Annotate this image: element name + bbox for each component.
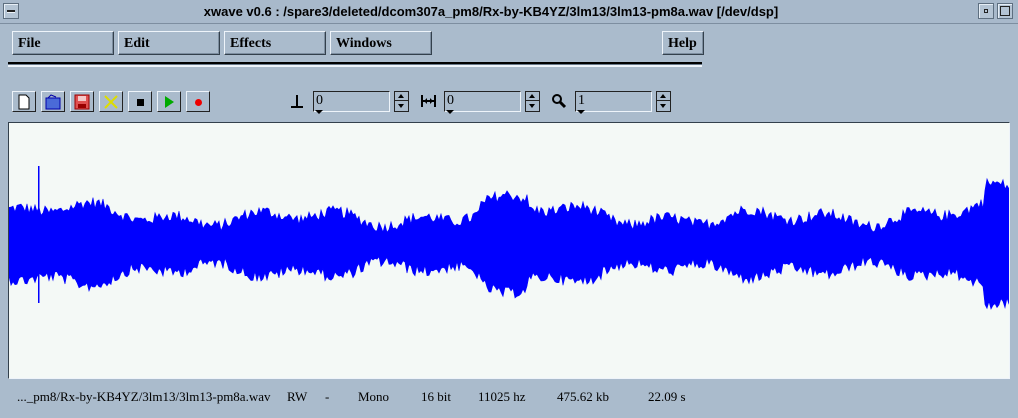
stop-button[interactable] bbox=[128, 91, 152, 112]
zoom-increment[interactable] bbox=[657, 92, 670, 101]
status-mode: RW bbox=[287, 389, 308, 404]
playback-cursor[interactable] bbox=[38, 166, 40, 303]
save-file-button[interactable] bbox=[70, 91, 94, 112]
status-bits: 16 bit bbox=[421, 389, 451, 404]
length-increment[interactable] bbox=[526, 92, 539, 101]
title-bar: xwave v0.6 : /spare3/deleted/dcom307a_pm… bbox=[0, 0, 1018, 24]
zoom-spinner[interactable] bbox=[656, 91, 671, 112]
length-value: 0 bbox=[447, 93, 454, 108]
status-size: 475.62 kb bbox=[557, 389, 609, 404]
position-increment[interactable] bbox=[395, 92, 408, 101]
caret-marker bbox=[577, 110, 585, 114]
length-spinner[interactable] bbox=[525, 91, 540, 112]
menu-effects[interactable]: Effects bbox=[224, 31, 326, 55]
window-title: xwave v0.6 : /spare3/deleted/dcom307a_pm… bbox=[203, 4, 779, 19]
minimize-button[interactable] bbox=[978, 3, 994, 19]
menu-bar: File Edit Effects Windows Help bbox=[8, 29, 704, 67]
position-input[interactable]: 0 bbox=[313, 91, 390, 114]
caret-marker bbox=[446, 110, 454, 114]
play-icon bbox=[165, 96, 174, 108]
maximize-icon bbox=[1000, 6, 1010, 16]
menu-separator bbox=[8, 62, 702, 67]
length-input[interactable]: 0 bbox=[444, 91, 521, 114]
status-bar: ..._pm8/Rx-by-KB4YZ/3lm13/3lm13-pm8a.wav… bbox=[0, 387, 1018, 409]
zoom-decrement[interactable] bbox=[657, 102, 670, 111]
waveform-display[interactable] bbox=[8, 122, 1010, 379]
position-decrement[interactable] bbox=[395, 102, 408, 111]
waveform-trace bbox=[9, 177, 1009, 310]
play-button[interactable] bbox=[157, 91, 181, 112]
maximize-button[interactable] bbox=[997, 3, 1013, 19]
minimize-icon bbox=[984, 9, 988, 13]
length-range-icon bbox=[421, 95, 436, 107]
close-file-icon bbox=[104, 95, 118, 109]
status-dash: - bbox=[325, 389, 330, 404]
status-duration: 22.09 s bbox=[648, 389, 686, 404]
menu-edit[interactable]: Edit bbox=[118, 31, 220, 55]
record-icon bbox=[195, 99, 202, 106]
menu-windows[interactable]: Windows bbox=[330, 31, 432, 55]
close-file-button[interactable] bbox=[99, 91, 123, 112]
status-channels: Mono bbox=[358, 389, 390, 404]
window-menu-icon bbox=[7, 10, 15, 12]
position-marker-icon bbox=[291, 95, 303, 108]
menu-help[interactable]: Help bbox=[662, 31, 704, 55]
zoom-value: 1 bbox=[578, 93, 585, 108]
zoom-icon bbox=[552, 94, 567, 109]
record-button[interactable] bbox=[186, 91, 210, 112]
length-decrement[interactable] bbox=[526, 102, 539, 111]
status-rate: 11025 hz bbox=[478, 389, 526, 404]
new-file-icon bbox=[18, 94, 30, 110]
window-menu-button[interactable] bbox=[3, 3, 19, 19]
position-spinner[interactable] bbox=[394, 91, 409, 112]
save-file-icon bbox=[74, 94, 90, 110]
zoom-input[interactable]: 1 bbox=[575, 91, 652, 114]
stop-icon bbox=[137, 99, 144, 106]
menu-file[interactable]: File bbox=[12, 31, 114, 55]
caret-marker bbox=[315, 110, 323, 114]
waveform-plot bbox=[9, 166, 1009, 310]
new-file-button[interactable] bbox=[12, 91, 36, 112]
open-file-icon bbox=[45, 94, 61, 110]
position-value: 0 bbox=[316, 93, 323, 108]
status-filename: ..._pm8/Rx-by-KB4YZ/3lm13/3lm13-pm8a.wav bbox=[17, 389, 271, 404]
open-file-button[interactable] bbox=[41, 91, 65, 112]
